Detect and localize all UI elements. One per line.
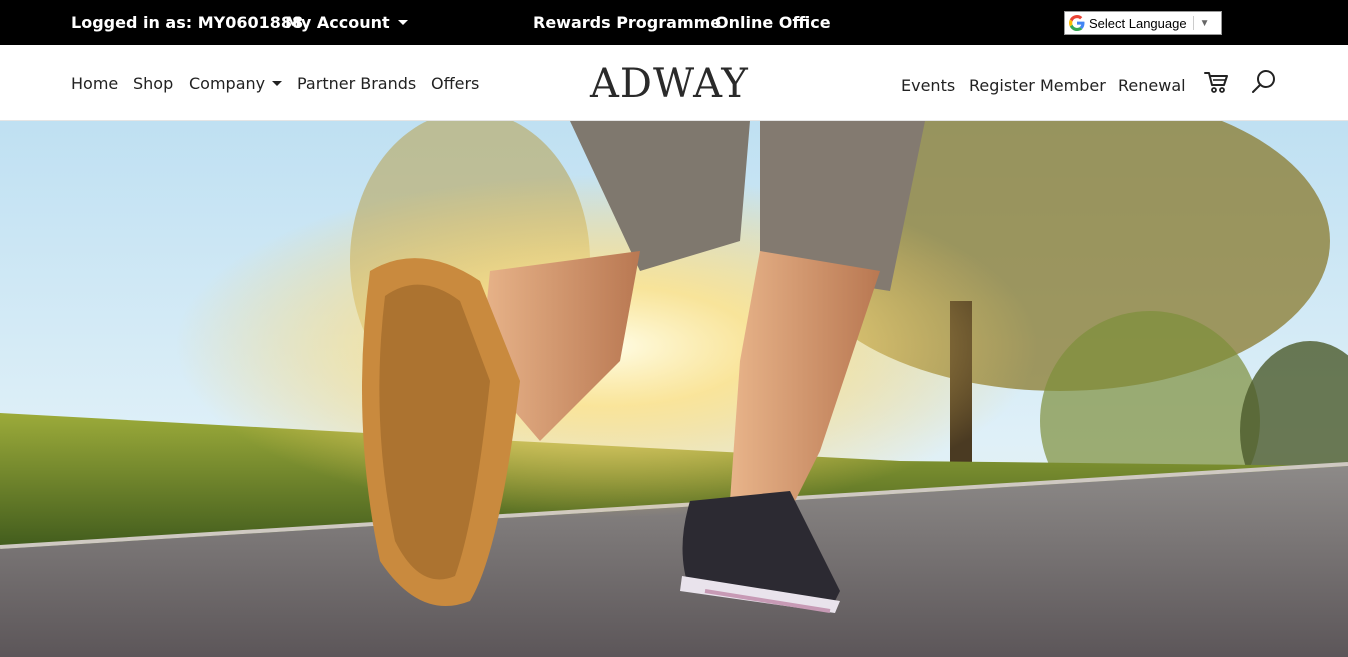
search-icon[interactable] (1251, 69, 1277, 95)
nav-renewal[interactable]: Renewal (1118, 76, 1186, 95)
dropdown-arrow-icon: ▼ (1199, 17, 1210, 29)
nav-home[interactable]: Home (71, 74, 118, 93)
divider (1192, 16, 1194, 30)
adway-logo[interactable]: ADWAY (590, 61, 762, 107)
chevron-down-icon (272, 81, 283, 86)
cart-icon[interactable] (1203, 70, 1229, 94)
main-nav: Home Shop Company Partner Brands Offers … (0, 45, 1348, 121)
online-office-link[interactable]: Online Office (715, 13, 831, 32)
nav-register-member[interactable]: Register Member (969, 76, 1106, 95)
hero-banner (0, 121, 1348, 657)
language-select-label: Select Language (1089, 15, 1187, 31)
my-account-label: My Account (285, 13, 390, 32)
nav-offers[interactable]: Offers (431, 74, 479, 93)
top-bar: Logged in as: MY0601888 My Account Rewar… (0, 0, 1348, 45)
nav-events[interactable]: Events (901, 76, 955, 95)
search-icon-graphic (1252, 70, 1275, 93)
nav-company[interactable]: Company (189, 74, 283, 93)
nav-partner-brands[interactable]: Partner Brands (297, 74, 416, 93)
google-g-icon (1069, 15, 1085, 31)
my-account-dropdown[interactable]: My Account (285, 13, 408, 32)
rewards-programme-link[interactable]: Rewards Programme (533, 13, 721, 32)
running-shoes-image (0, 121, 1348, 657)
nav-company-label: Company (189, 74, 266, 93)
language-select[interactable]: Select Language ▼ (1064, 11, 1222, 35)
cart-icon-graphic (1204, 72, 1228, 93)
logged-in-label: Logged in as: MY0601888 (71, 13, 304, 32)
nav-shop[interactable]: Shop (133, 74, 173, 93)
chevron-down-icon (397, 20, 408, 25)
